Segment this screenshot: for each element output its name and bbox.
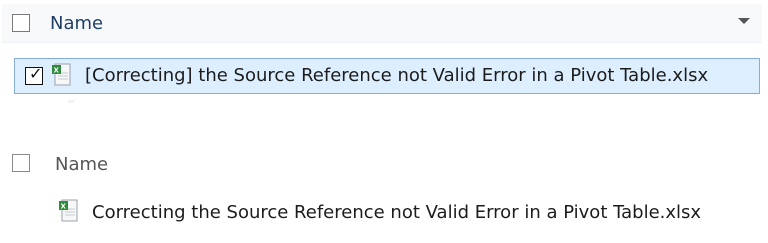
svg-text:X: X: [54, 67, 60, 75]
row-checkbox[interactable]: ✓: [25, 64, 43, 85]
file-name[interactable]: [Correcting] the Source Reference not Va…: [85, 65, 708, 86]
select-all-checkbox[interactable]: [12, 14, 30, 32]
file-name[interactable]: Correcting the Source Reference not Vali…: [92, 202, 701, 223]
chevron-down-icon[interactable]: [738, 18, 750, 24]
excel-file-icon: X: [59, 199, 78, 222]
file-row[interactable]: X Correcting the Source Reference not Va…: [0, 194, 768, 234]
name-column-header[interactable]: Name: [55, 154, 108, 175]
file-row-selected[interactable]: ✓ X [Correcting] the Source Reference no…: [14, 58, 760, 94]
svg-text:X: X: [61, 203, 67, 211]
select-all-checkbox[interactable]: [12, 154, 30, 172]
divider: [68, 100, 74, 103]
file-list-comparison: Name ✓ X [Correcting] the Source Referen…: [0, 0, 768, 243]
checkmark-icon: ✓: [29, 64, 43, 83]
name-column-header[interactable]: Name: [50, 13, 103, 34]
column-header-row: Name: [2, 4, 762, 43]
excel-file-icon: X: [52, 63, 71, 86]
column-header-row: Name: [0, 142, 768, 182]
